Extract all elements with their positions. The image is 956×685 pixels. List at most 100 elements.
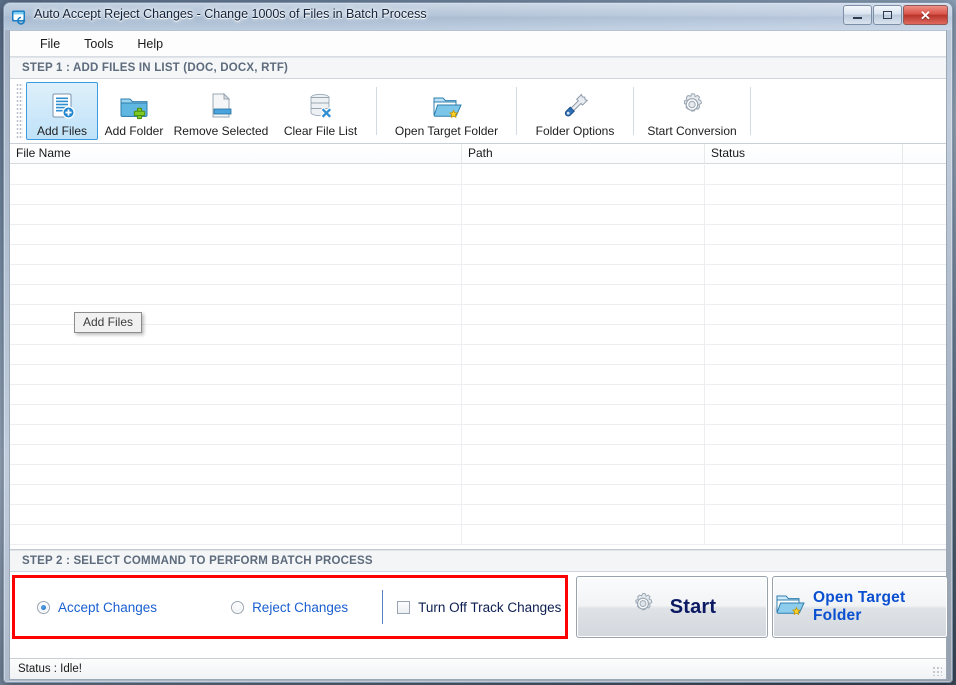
menu-item-help[interactable]: Help [127, 34, 173, 54]
menu-item-file[interactable]: File [30, 34, 70, 54]
table-cell [705, 265, 903, 284]
table-cell [10, 265, 462, 284]
table-cell [462, 385, 705, 404]
maximize-button[interactable] [873, 5, 902, 25]
table-cell [705, 385, 903, 404]
radio-reject-changes[interactable]: Reject Changes [231, 600, 348, 615]
table-cell [903, 505, 946, 524]
toolbar-button-add-folder[interactable]: Add Folder [98, 82, 170, 140]
table-row[interactable] [10, 425, 946, 445]
table-cell [903, 405, 946, 424]
table-cell [462, 325, 705, 344]
table-row[interactable] [10, 505, 946, 525]
minimize-button[interactable] [843, 5, 872, 25]
table-row[interactable] [10, 345, 946, 365]
tooltip-add-files: Add Files [74, 312, 143, 333]
command-options-box: Accept Changes Reject Changes Turn Off T… [12, 575, 568, 639]
table-row[interactable] [10, 245, 946, 265]
status-bar: Status : Idle! [10, 658, 946, 679]
table-row[interactable] [10, 485, 946, 505]
table-cell [903, 525, 946, 544]
table-row[interactable] [10, 365, 946, 385]
toolbar-label-start-conversion: Start Conversion [647, 124, 737, 138]
toolbar-separator-4 [750, 87, 751, 135]
table-row[interactable] [10, 385, 946, 405]
table-cell [462, 285, 705, 304]
table-row[interactable] [10, 305, 946, 325]
table-cell [462, 185, 705, 204]
toolbar-button-start-conversion[interactable]: Start Conversion [641, 82, 743, 140]
table-cell [10, 445, 462, 464]
radio-reject-changes-indicator [231, 600, 245, 614]
table-row[interactable] [10, 445, 946, 465]
table-row[interactable] [10, 285, 946, 305]
table-cell [903, 365, 946, 384]
table-cell [705, 345, 903, 364]
table-row[interactable] [10, 185, 946, 205]
table-cell [903, 265, 946, 284]
table-cell [462, 205, 705, 224]
app-window-icon [11, 8, 28, 25]
grid-body[interactable] [10, 165, 946, 549]
table-row[interactable] [10, 465, 946, 485]
toolbar-label-folder-options: Folder Options [535, 124, 615, 138]
toolbar-button-add-files[interactable]: Add Files [26, 82, 98, 140]
open-target-folder-button[interactable]: Open Target Folder [772, 576, 948, 638]
table-row[interactable] [10, 525, 946, 545]
table-cell [462, 425, 705, 444]
table-row[interactable] [10, 405, 946, 425]
table-cell [903, 205, 946, 224]
table-cell [10, 205, 462, 224]
grid-column-header-extra[interactable] [903, 144, 946, 163]
table-cell [705, 465, 903, 484]
toolbar-button-clear-file-list[interactable]: Clear File List [272, 82, 369, 140]
table-cell [903, 305, 946, 324]
start-button[interactable]: Start [576, 576, 768, 638]
resize-grip-icon[interactable] [931, 665, 942, 676]
start-conversion-icon [676, 89, 708, 123]
title-bar: Auto Accept Reject Changes - Change 1000… [4, 3, 952, 30]
table-row[interactable] [10, 265, 946, 285]
toolbar-label-remove-selected: Remove Selected [173, 124, 269, 138]
table-cell [10, 485, 462, 504]
client-area: File Tools Help STEP 1 : ADD FILES IN LI… [9, 30, 948, 680]
table-cell [903, 285, 946, 304]
table-cell [10, 465, 462, 484]
table-row[interactable] [10, 325, 946, 345]
table-cell [462, 365, 705, 384]
table-cell [462, 165, 705, 184]
grid-column-header-path[interactable]: Path [462, 144, 705, 163]
checkbox-turn-off-track-changes-indicator [397, 600, 411, 614]
checkbox-turn-off-track-changes-label: Turn Off Track Changes [418, 599, 562, 615]
toolbar-button-remove-selected[interactable]: Remove Selected [170, 82, 272, 140]
toolbar-button-folder-options[interactable]: Folder Options [524, 82, 626, 140]
close-button[interactable]: ✕ [903, 5, 948, 25]
folder-options-icon [559, 89, 591, 123]
window-title: Auto Accept Reject Changes - Change 1000… [34, 7, 427, 21]
table-row[interactable] [10, 205, 946, 225]
radio-accept-changes[interactable]: Accept Changes [37, 600, 157, 615]
table-cell [10, 525, 462, 544]
table-cell [10, 165, 462, 184]
table-cell [462, 345, 705, 364]
close-icon: ✕ [920, 7, 931, 23]
toolbar-button-open-target-folder[interactable]: Open Target Folder [384, 82, 509, 140]
table-row[interactable] [10, 165, 946, 185]
table-cell [10, 405, 462, 424]
toolbar-label-add-folder: Add Folder [104, 124, 164, 138]
toolbar: Add Files Add Folder Remove Selected Cle… [10, 79, 946, 144]
table-row[interactable] [10, 225, 946, 245]
file-list-grid[interactable]: File Name Path Status Add Files [10, 144, 946, 550]
grid-column-header-status[interactable]: Status [705, 144, 903, 163]
add-files-icon [46, 89, 78, 123]
table-cell [903, 345, 946, 364]
table-cell [10, 365, 462, 384]
toolbar-label-add-files: Add Files [36, 124, 88, 138]
table-cell [10, 245, 462, 264]
table-cell [903, 385, 946, 404]
grid-column-header-file-name[interactable]: File Name [10, 144, 462, 163]
menu-item-tools[interactable]: Tools [74, 34, 123, 54]
open-target-folder-icon [431, 89, 463, 123]
table-cell [705, 405, 903, 424]
checkbox-turn-off-track-changes[interactable]: Turn Off Track Changes [397, 600, 561, 615]
